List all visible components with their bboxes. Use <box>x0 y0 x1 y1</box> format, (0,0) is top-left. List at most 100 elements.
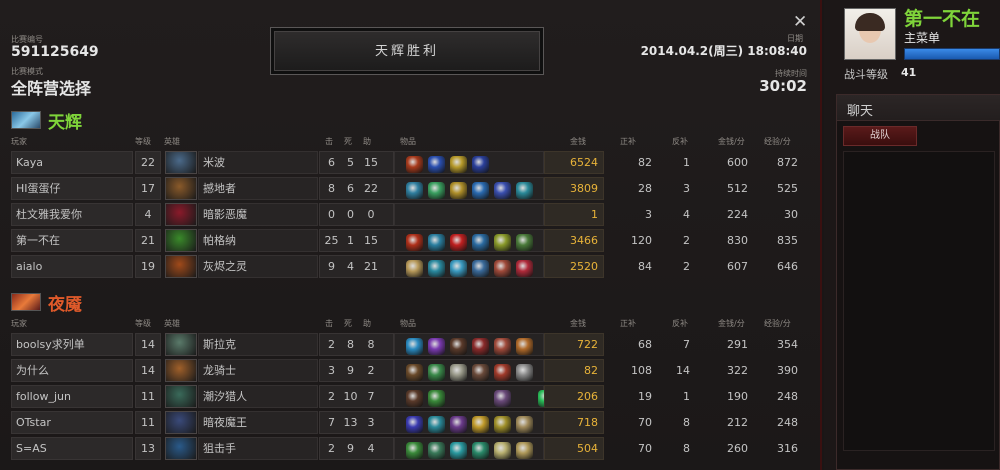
table-row[interactable]: 为什么 14 龙骑士 3 9 2 82 108 14 322 390 <box>11 358 807 383</box>
table-row[interactable]: Kaya 22 米波 6 5 15 6524 82 1 600 872 <box>11 150 807 175</box>
item-icon[interactable] <box>472 338 489 355</box>
item-icon[interactable] <box>450 338 467 355</box>
assists: 8 <box>367 338 375 351</box>
close-icon[interactable]: ✕ <box>793 12 807 32</box>
item-icon[interactable] <box>428 390 445 407</box>
item-icon[interactable] <box>516 364 533 381</box>
table-row[interactable]: aialo 19 灰烬之灵 9 4 21 2520 84 2 607 646 <box>11 254 807 279</box>
assists: 4 <box>367 442 375 455</box>
item-icon[interactable] <box>472 442 489 459</box>
item-icon[interactable] <box>494 338 511 355</box>
player-name[interactable]: HI蛋蛋仔 <box>11 177 133 200</box>
battle-level: 41 <box>901 66 917 79</box>
item-icon[interactable] <box>406 234 423 251</box>
player-name[interactable]: boolsy求列单 <box>11 333 133 356</box>
hero-portrait[interactable] <box>165 437 197 460</box>
table-row[interactable]: boolsy求列单 14 斯拉克 2 8 8 722 68 7 291 354 <box>11 332 807 357</box>
table-row[interactable]: HI蛋蛋仔 17 撼地者 8 6 22 3809 28 3 512 525 <box>11 176 807 201</box>
item-icon[interactable] <box>406 260 423 277</box>
chat-title: 聊天 <box>847 104 874 119</box>
avatar[interactable] <box>844 8 896 60</box>
item-icon[interactable] <box>450 390 467 407</box>
item-icon[interactable] <box>428 260 445 277</box>
item-icon[interactable] <box>494 390 511 407</box>
item-icon[interactable] <box>406 416 423 433</box>
item-icon[interactable] <box>472 182 489 199</box>
dire-team-icon <box>11 293 41 311</box>
item-icon[interactable] <box>472 364 489 381</box>
hero-portrait[interactable] <box>165 359 197 382</box>
player-name[interactable]: follow_jun <box>11 385 133 408</box>
player-name[interactable]: OTstar <box>11 411 133 434</box>
item-icon[interactable] <box>516 390 533 407</box>
item-icon[interactable] <box>406 442 423 459</box>
player-name[interactable]: S=AS <box>11 437 133 460</box>
item-icon[interactable] <box>428 234 445 251</box>
player-name[interactable]: aialo <box>11 255 133 278</box>
item-icon[interactable] <box>516 182 533 199</box>
item-icon[interactable] <box>494 364 511 381</box>
item-icon[interactable] <box>450 234 467 251</box>
player-name[interactable]: Kaya <box>11 151 133 174</box>
item-icon[interactable] <box>428 364 445 381</box>
item-icon[interactable] <box>516 338 533 355</box>
hero-portrait[interactable] <box>165 229 197 252</box>
item-icon[interactable] <box>428 338 445 355</box>
item-icon[interactable] <box>406 156 423 173</box>
hero-portrait[interactable] <box>165 203 197 226</box>
item-icon[interactable] <box>516 234 533 251</box>
hero-portrait[interactable] <box>165 177 197 200</box>
item-icon[interactable] <box>406 182 423 199</box>
hero-portrait[interactable] <box>165 333 197 356</box>
item-icon[interactable] <box>428 182 445 199</box>
radiant-team-icon <box>11 111 41 129</box>
item-icon[interactable] <box>472 390 489 407</box>
item-icon[interactable] <box>450 156 467 173</box>
table-row[interactable]: OTstar 11 暗夜魔王 7 13 3 718 70 8 212 248 <box>11 410 807 435</box>
item-icon[interactable] <box>494 234 511 251</box>
hero-portrait[interactable] <box>165 255 197 278</box>
denies: 2 <box>683 260 690 273</box>
table-row[interactable]: 第一不在 21 帕格纳 25 1 15 3466 120 2 830 835 <box>11 228 807 253</box>
item-icon[interactable] <box>450 442 467 459</box>
item-icon[interactable] <box>428 416 445 433</box>
denies: 14 <box>676 364 690 377</box>
table-row[interactable]: follow_jun 11 潮汐猎人 2 10 7 206 19 1 190 248 <box>11 384 807 409</box>
hero-portrait[interactable] <box>165 411 197 434</box>
item-icon[interactable] <box>472 260 489 277</box>
item-icon[interactable] <box>406 390 423 407</box>
item-icon[interactable] <box>450 260 467 277</box>
item-icon[interactable] <box>450 182 467 199</box>
item-icon[interactable] <box>494 442 511 459</box>
hero-portrait[interactable] <box>165 385 197 408</box>
item-icon[interactable] <box>406 338 423 355</box>
match-duration: 30:02 <box>759 77 807 95</box>
item-icon[interactable] <box>428 156 445 173</box>
table-row[interactable]: S=AS 13 狙击手 2 9 4 504 70 8 260 316 <box>11 436 807 461</box>
kills: 2 <box>328 338 335 351</box>
table-row[interactable]: 杜文雅我爱你 4 暗影恶魔 0 0 0 1 3 4 224 30 <box>11 202 807 227</box>
item-slots <box>394 151 544 174</box>
item-icon[interactable] <box>450 364 467 381</box>
item-icon[interactable] <box>450 416 467 433</box>
gold-value: 3466 <box>570 234 598 247</box>
tab-team[interactable]: 战队 <box>843 126 917 146</box>
main-menu-link[interactable]: 主菜单 <box>904 29 940 46</box>
player-name[interactable]: 杜文雅我爱你 <box>11 203 133 226</box>
item-icon[interactable] <box>472 416 489 433</box>
item-icon[interactable] <box>472 234 489 251</box>
item-icon[interactable] <box>428 442 445 459</box>
item-icon[interactable] <box>516 442 533 459</box>
item-icon[interactable] <box>406 364 423 381</box>
xp-per-min: 248 <box>777 416 798 429</box>
item-icon[interactable] <box>516 416 533 433</box>
player-name[interactable]: 第一不在 <box>11 229 133 252</box>
hero-portrait[interactable] <box>165 151 197 174</box>
player-name[interactable]: 为什么 <box>11 359 133 382</box>
item-icon[interactable] <box>494 260 511 277</box>
item-icon[interactable] <box>494 416 511 433</box>
item-icon[interactable] <box>516 260 533 277</box>
item-icon[interactable] <box>472 156 489 173</box>
item-icon[interactable] <box>494 182 511 199</box>
header-radiant-items: 物品 <box>400 137 416 146</box>
